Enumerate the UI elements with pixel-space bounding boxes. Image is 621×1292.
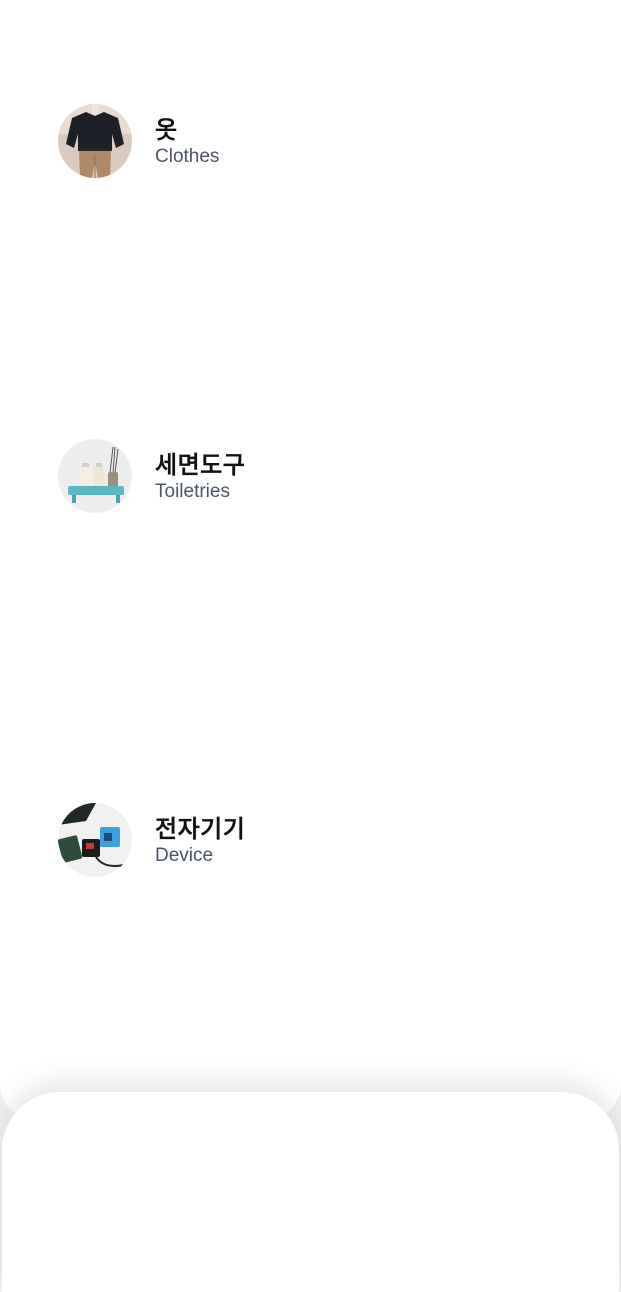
category-subtitle: Clothes bbox=[155, 145, 220, 167]
category-item-clothes[interactable]: 옷 Clothes bbox=[58, 104, 219, 178]
device-thumbnail bbox=[58, 803, 132, 877]
device-photo-icon bbox=[58, 803, 132, 877]
category-title: 세면도구 bbox=[155, 450, 246, 479]
category-title: 전자기기 bbox=[155, 814, 246, 843]
category-list-panel: 옷 Clothes 세면도구 Toiletries 전자기기 Device bbox=[0, 0, 621, 1120]
category-item-device[interactable]: 전자기기 Device bbox=[58, 803, 245, 877]
toiletries-thumbnail bbox=[58, 439, 132, 513]
category-subtitle: Toiletries bbox=[155, 480, 230, 502]
category-item-toiletries[interactable]: 세면도구 Toiletries bbox=[58, 439, 245, 513]
category-title: 옷 bbox=[155, 115, 178, 144]
toiletries-photo-icon bbox=[58, 439, 132, 513]
clothes-thumbnail bbox=[58, 104, 132, 178]
clothes-photo-icon bbox=[58, 104, 132, 178]
category-subtitle: Device bbox=[155, 844, 214, 866]
bottom-sheet[interactable] bbox=[2, 1092, 619, 1292]
